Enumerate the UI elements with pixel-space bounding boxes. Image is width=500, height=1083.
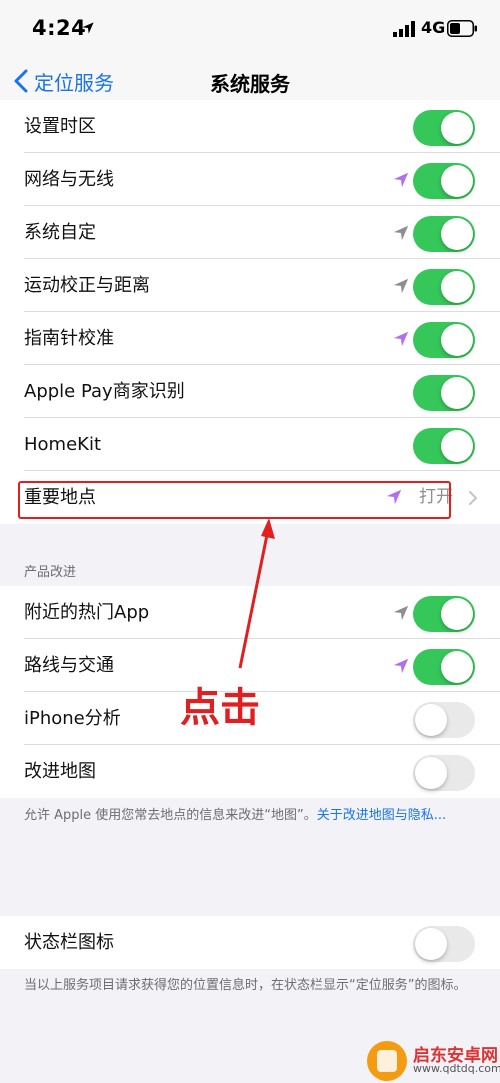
status-bar-icon-list: 状态栏图标 — [0, 916, 500, 969]
toggle-switch[interactable] — [413, 110, 475, 146]
list-item: 改进地图 — [0, 745, 500, 798]
location-arrow-icon — [392, 657, 410, 675]
row-label: iPhone分析 — [24, 708, 121, 729]
section-footnote: 当以上服务项目请求获得您的位置信息时，在状态栏显示“定位服务”的图标。 — [24, 978, 467, 993]
section-header: 产品改进 — [24, 565, 77, 580]
toggle-switch[interactable] — [413, 269, 475, 305]
location-arrow-icon — [392, 171, 410, 189]
system-services-list: 设置时区 网络与无线 系统自定 运动校正与距离 指南针校准 Apple Pay商… — [0, 100, 500, 524]
row-label: Apple Pay商家识别 — [24, 381, 185, 402]
location-arrow-icon — [392, 330, 410, 348]
row-label: 网络与无线 — [24, 169, 114, 190]
location-arrow-icon — [392, 277, 410, 295]
list-item: 指南针校准 — [0, 312, 500, 365]
row-label: 路线与交通 — [24, 655, 114, 676]
toggle-switch[interactable] — [413, 375, 475, 411]
watermark: 启东安卓网 www.qdtdq.com — [355, 1035, 500, 1083]
annotation-text: 点击 — [180, 685, 260, 731]
toggle-switch[interactable] — [413, 649, 475, 685]
toggle-switch[interactable] — [413, 926, 475, 962]
section-footnote: 允许 Apple 使用您常去地点的信息来改进“地图”。关于改进地图与隐私... — [24, 806, 479, 825]
list-item: 网络与无线 — [0, 153, 500, 206]
highlight-box — [18, 481, 451, 519]
row-label: 设置时区 — [24, 116, 96, 137]
location-arrow-icon — [392, 604, 410, 622]
row-label: 改进地图 — [24, 761, 96, 782]
toggle-switch[interactable] — [413, 428, 475, 464]
toggle-switch[interactable] — [413, 216, 475, 252]
chevron-right-icon — [468, 490, 478, 506]
row-label: 系统自定 — [24, 222, 96, 243]
watermark-logo-icon — [367, 1041, 407, 1081]
cellular-signal-icon — [393, 21, 415, 37]
privacy-link[interactable]: 关于改进地图与隐私... — [317, 808, 446, 823]
page-title: 系统服务 — [210, 72, 290, 96]
location-arrow-icon — [392, 224, 410, 242]
list-item: HomeKit — [0, 418, 500, 471]
footnote-text: 允许 Apple 使用您常去地点的信息来改进“地图”。 — [24, 808, 317, 823]
toggle-switch[interactable] — [413, 755, 475, 791]
list-item: 状态栏图标 — [0, 916, 500, 969]
toggle-switch[interactable] — [413, 702, 475, 738]
row-label: HomeKit — [24, 434, 102, 455]
row-label: 状态栏图标 — [24, 932, 114, 953]
list-item: Apple Pay商家识别 — [0, 365, 500, 418]
list-item: 设置时区 — [0, 100, 500, 153]
watermark-subtitle: www.qdtdq.com — [413, 1062, 500, 1075]
status-bar: 4:24 4G — [0, 0, 500, 60]
list-item: 系统自定 — [0, 206, 500, 259]
status-time: 4:24 — [32, 16, 87, 40]
row-label: 运动校正与距离 — [24, 275, 150, 296]
row-label: 指南针校准 — [24, 328, 114, 349]
list-item: 附近的热门App — [0, 586, 500, 639]
battery-icon — [447, 20, 477, 37]
list-item: 运动校正与距离 — [0, 259, 500, 312]
location-arrow-icon — [81, 20, 95, 34]
toggle-switch[interactable] — [413, 163, 475, 199]
row-label: 附近的热门App — [24, 602, 150, 623]
toggle-switch[interactable] — [413, 322, 475, 358]
network-type: 4G — [421, 18, 446, 37]
toggle-switch[interactable] — [413, 596, 475, 632]
